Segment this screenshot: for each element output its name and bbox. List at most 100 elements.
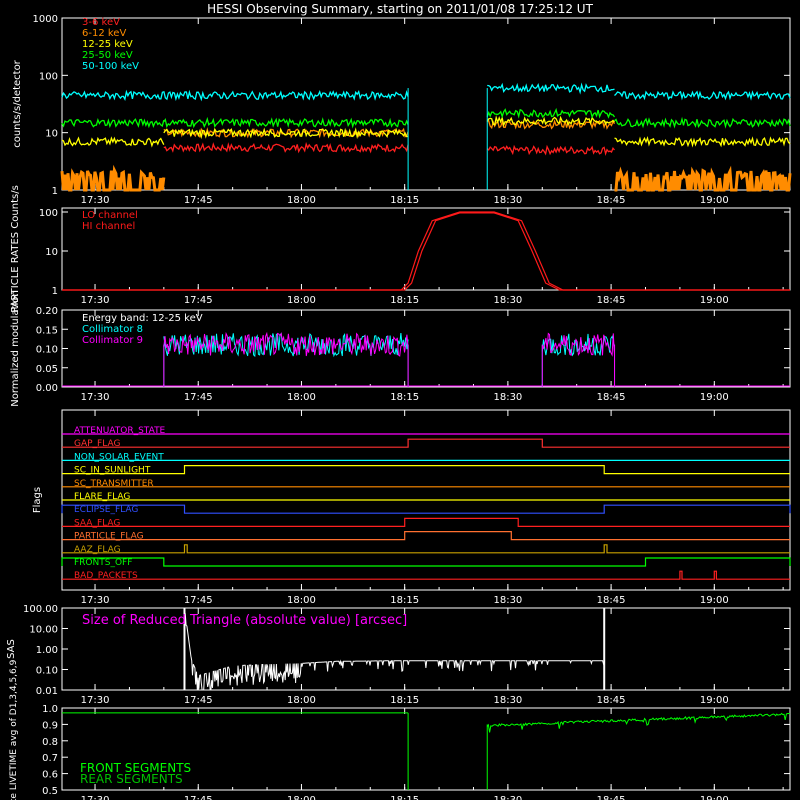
flag-label: SC_IN_SUNLIGHT (74, 466, 151, 476)
y-tick-label: 1 (52, 286, 58, 297)
x-tick-label: 18:00 (287, 695, 316, 706)
y-tick-label: 10.00 (29, 625, 58, 636)
panel-modulation: 17:30 17:45 18:00 18:15 18:30 18:45 19:00 0.00 0… (10, 290, 791, 407)
y-tick-label: 1 (52, 186, 58, 197)
x-tick-label: 18:45 (597, 295, 626, 306)
legend-entry: Collimator 8 (82, 324, 143, 335)
x-tick-label: 18:00 (287, 392, 316, 403)
flag-line (62, 531, 790, 541)
x-tick-label: 18:15 (390, 295, 419, 306)
flag-label: ATTENUATOR_STATE (74, 426, 166, 436)
flag-label: BAD_PACKETS (74, 571, 138, 581)
x-tick-label: 18:30 (493, 795, 522, 800)
y-tick-label: 0.6 (42, 770, 58, 781)
x-tick-label: 18:15 (390, 392, 419, 403)
x-tick-label: 18:30 (493, 295, 522, 306)
y-tick-label: 1000 (33, 14, 58, 25)
y-axis-label: counts/s/detector (12, 59, 23, 147)
x-tick-label: 18:15 (390, 195, 419, 206)
legend-entry: REAR SEGMENTS (80, 772, 183, 786)
x-tick-label: 19:00 (700, 795, 729, 800)
flag-line (62, 438, 790, 448)
legend-entry: 6-12 keV (82, 28, 126, 39)
series-line (61, 89, 409, 102)
x-tick-label: 18:45 (597, 195, 626, 206)
x-tick-label: 18:00 (287, 595, 316, 606)
x-tick-label: 18:45 (597, 795, 626, 800)
series-collimator-9 (163, 331, 409, 357)
y-axis-label: Normalized modulation (10, 290, 21, 407)
x-tick-label: 18:45 (597, 595, 626, 606)
x-tick-label: 18:15 (390, 695, 419, 706)
panel-sas: 17:30 17:45 18:00 18:15 18:30 18:45 19:00 0.01 0… (6, 604, 791, 706)
flag-label: PARTICLE_FLAG (74, 532, 144, 542)
legend-entry: 25-50 keV (82, 50, 133, 61)
y-tick-label: 10 (45, 129, 58, 140)
x-tick-label: 18:45 (597, 695, 626, 706)
x-tick-label: 17:30 (81, 392, 110, 403)
y-axis-label: Flags (32, 487, 43, 513)
flag-line (61, 504, 791, 514)
panel-frame (61, 207, 791, 291)
series-lo-channel (62, 211, 790, 291)
flag-label: SAA_FLAG (74, 518, 120, 528)
annotation: Size of Reduced Triangle (absolute value… (82, 613, 407, 628)
x-tick-label: 18:00 (287, 295, 316, 306)
panel-count-rates: 17:30 17:45 18:00 18:15 18:30 18:45 19:00 1 10 10… (12, 14, 792, 206)
flag-label: FLARE_FLAG (74, 492, 130, 502)
x-tick-label: 17:30 (81, 195, 110, 206)
flag-line (62, 544, 790, 554)
y-tick-label: 100.00 (23, 604, 58, 615)
series-line (61, 136, 165, 148)
x-tick-label: 17:45 (184, 595, 213, 606)
y-tick-label: 0.10 (36, 666, 58, 677)
series-line (486, 144, 615, 157)
y-tick-label: 0.01 (36, 686, 58, 697)
x-tick-label: 19:00 (700, 695, 729, 706)
y-axis-label: Mon. Rate LIVETIME avg of D1,3,4,5,6,9 (9, 659, 19, 800)
flag-line (62, 570, 790, 580)
x-tick-label: 17:30 (81, 795, 110, 800)
series-line (486, 107, 616, 119)
x-tick-label: 18:00 (287, 195, 316, 206)
flag-line (62, 517, 790, 527)
y-tick-label: 0.10 (36, 345, 58, 356)
y-tick-label: 10 (45, 247, 58, 258)
x-tick-label: 17:30 (81, 695, 110, 706)
x-tick-label: 18:30 (493, 195, 522, 206)
legend-entry: HI channel (82, 221, 135, 232)
y-tick-label: 0.8 (42, 737, 58, 748)
series-50-100-kev (61, 82, 791, 102)
x-tick-label: 18:30 (493, 595, 522, 606)
flag-label: NON_SOLAR_EVENT (74, 452, 164, 462)
flag-line (62, 465, 790, 475)
x-tick-label: 17:45 (184, 695, 213, 706)
x-tick-label: 18:00 (287, 795, 316, 800)
series-line (614, 90, 791, 101)
panel-flags: 17:30 17:45 18:00 18:15 18:30 18:45 19:00 Flags… (32, 409, 791, 606)
chart-title: HESSI Observing Summary, starting on 201… (207, 2, 593, 16)
annotation: Energy band: 12-25 keV (82, 313, 203, 324)
series-line (61, 117, 165, 129)
x-tick-label: 19:00 (700, 195, 729, 206)
flag-label: AAZ_FLAG (74, 545, 121, 555)
series-3-6-kev (163, 141, 615, 157)
y-tick-label: 0.9 (42, 720, 58, 731)
y-tick-label: 0.5 (42, 786, 58, 797)
series-line (614, 135, 791, 148)
x-tick-label: 19:00 (700, 295, 729, 306)
x-tick-label: 17:45 (184, 795, 213, 800)
flag-label: ECLIPSE_FLAG (74, 505, 138, 515)
y-tick-label: 0.7 (42, 753, 58, 764)
legend-entry: 12-25 keV (82, 39, 133, 50)
livetime-trace (486, 712, 791, 733)
series-line (614, 116, 791, 129)
y-tick-label: 1.00 (36, 645, 58, 656)
series-hi-channel (62, 212, 790, 291)
x-tick-label: 17:45 (184, 295, 213, 306)
x-tick-label: 18:30 (493, 695, 522, 706)
series-line (614, 165, 792, 192)
legend-entry: 50-100 keV (82, 61, 139, 72)
flag-label: SC_TRANSMITTER (74, 479, 154, 489)
series-25-50-kev (61, 107, 791, 129)
